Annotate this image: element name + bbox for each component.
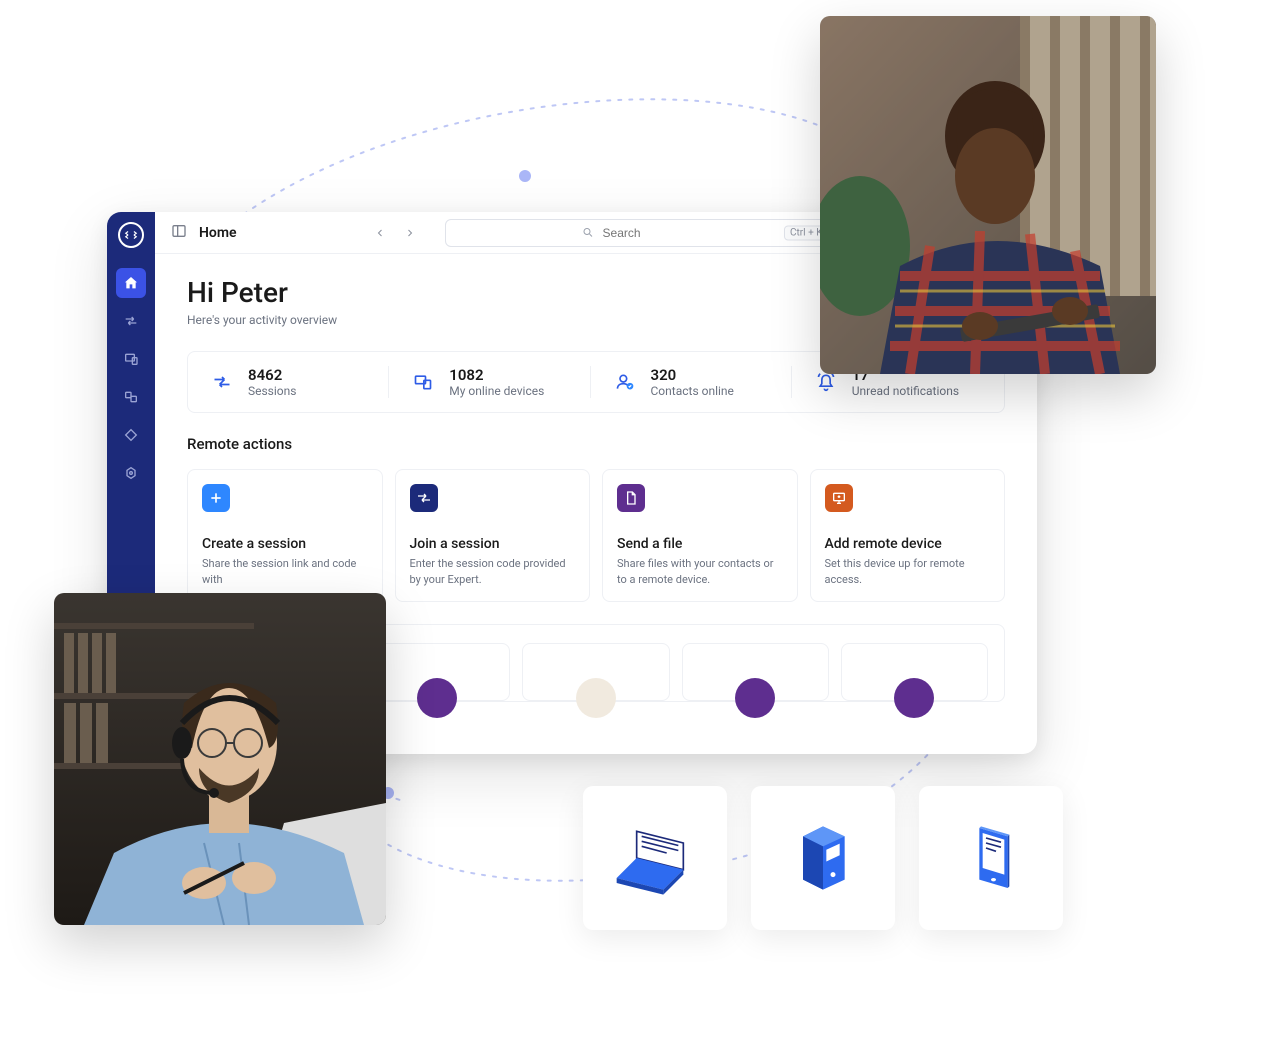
sidebar-item-home[interactable]: [116, 268, 146, 298]
sidebar-item-devices[interactable]: [116, 344, 146, 374]
contact-card[interactable]: [682, 643, 829, 701]
card-desc: Share the session link and code with: [202, 556, 368, 587]
device-tile-laptop[interactable]: [583, 786, 727, 930]
stat-value: 320: [651, 366, 734, 384]
stat-contacts[interactable]: 320 Contacts online: [590, 366, 791, 398]
server-device-icon: [773, 808, 873, 908]
card-title: Send a file: [617, 536, 783, 552]
page-title: Home: [199, 225, 237, 241]
nav-back-button[interactable]: [369, 222, 391, 244]
photo-support-agent: [54, 593, 386, 925]
section-title-remote-actions: Remote actions: [187, 435, 1005, 453]
avatar: [894, 678, 934, 718]
nav-forward-button[interactable]: [399, 222, 421, 244]
stat-label: Contacts online: [651, 384, 734, 398]
phone-device-icon: [941, 808, 1041, 908]
app-logo[interactable]: [118, 222, 144, 248]
avatar: [735, 678, 775, 718]
photo-user-tablet: [820, 16, 1156, 374]
contact-card[interactable]: [841, 643, 988, 701]
plus-icon: [202, 484, 230, 512]
card-create-session[interactable]: Create a session Share the session link …: [187, 469, 383, 602]
arrows-swap-icon: [208, 368, 236, 396]
stat-value: 1082: [449, 366, 544, 384]
decorative-dot: [519, 170, 531, 182]
device-tile-server[interactable]: [751, 786, 895, 930]
search-input[interactable]: [445, 219, 835, 247]
stat-value: 8462: [248, 366, 296, 384]
card-add-remote-device[interactable]: Add remote device Set this device up for…: [810, 469, 1006, 602]
remote-action-cards: Create a session Share the session link …: [187, 469, 1005, 602]
search-field-wrap: Ctrl + K: [445, 219, 835, 247]
laptop-device-icon: [605, 808, 705, 908]
contact-card[interactable]: [522, 643, 669, 701]
card-title: Join a session: [410, 536, 576, 552]
panel-toggle-icon[interactable]: [171, 223, 187, 243]
card-title: Add remote device: [825, 536, 991, 552]
sidebar-item-remote[interactable]: [116, 306, 146, 336]
user-check-icon: [611, 368, 639, 396]
sidebar-item-settings[interactable]: [116, 458, 146, 488]
card-desc: Share files with your contacts or to a r…: [617, 556, 783, 587]
device-tile-phone[interactable]: [919, 786, 1063, 930]
stat-label: Sessions: [248, 384, 296, 398]
search-icon: [582, 223, 594, 242]
card-send-file[interactable]: Send a file Share files with your contac…: [602, 469, 798, 602]
file-icon: [617, 484, 645, 512]
sidebar-item-workflows[interactable]: [116, 382, 146, 412]
stat-label: Unread notifications: [852, 384, 959, 398]
monitor-icon: [825, 484, 853, 512]
arrows-swap-icon: [410, 484, 438, 512]
stat-label: My online devices: [449, 384, 544, 398]
avatar: [417, 678, 457, 718]
card-title: Create a session: [202, 536, 368, 552]
sidebar-item-tags[interactable]: [116, 420, 146, 450]
card-join-session[interactable]: Join a session Enter the session code pr…: [395, 469, 591, 602]
avatar: [576, 678, 616, 718]
devices-icon: [409, 368, 437, 396]
nav-history: [369, 222, 421, 244]
card-desc: Enter the session code provided by your …: [410, 556, 576, 587]
device-tiles: [583, 786, 1063, 930]
stat-devices[interactable]: 1082 My online devices: [388, 366, 589, 398]
card-desc: Set this device up for remote access.: [825, 556, 991, 587]
stat-sessions[interactable]: 8462 Sessions: [200, 366, 388, 398]
